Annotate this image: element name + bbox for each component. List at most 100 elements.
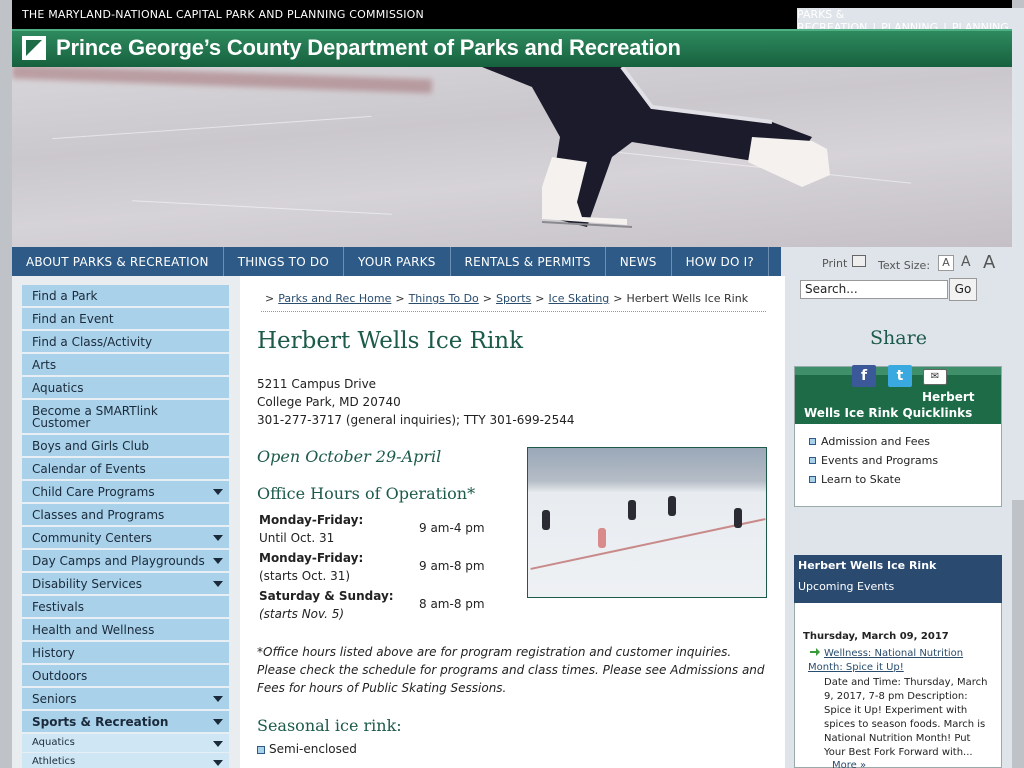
sidebar-item-history[interactable]: History [22, 642, 229, 665]
sidebar-item-day-camps[interactable]: Day Camps and Playgrounds [22, 550, 229, 573]
event-description: Date and Time: Thursday, March 9, 2017, … [824, 677, 988, 758]
skater-figure [734, 508, 742, 528]
breadcrumb-separator: > [265, 292, 275, 305]
sidebar-item-label: Seniors [32, 692, 77, 706]
breadcrumb-separator: > [535, 292, 545, 305]
event-link[interactable]: Wellness: National Nutrition Month: Spic… [808, 647, 993, 675]
breadcrumb-link-things-to-do[interactable]: Things To Do [409, 292, 479, 305]
site-banner[interactable]: Prince George’s County Department of Par… [12, 29, 1012, 67]
search-input[interactable]: Search... [800, 280, 948, 299]
events-subtitle: Upcoming Events [798, 580, 895, 593]
quicklinks-title-line2: Wells Ice Rink Quicklinks [804, 406, 973, 420]
address-block: 5211 Campus Drive College Park, MD 20740… [257, 375, 574, 429]
sidebar-item-child-care[interactable]: Child Care Programs [22, 481, 229, 504]
hero-image [12, 67, 1012, 247]
print-link[interactable]: Print [822, 257, 847, 270]
main-content: > Parks and Rec Home > Things To Do > Sports >… [240, 276, 785, 768]
quicklinks-title: Herbert Wells Ice Rink Quicklinks [804, 389, 994, 421]
right-column: Search... Go Share f t ✉ Herbert Wells Ic… [785, 276, 1012, 768]
twitter-icon[interactable]: t [888, 365, 912, 387]
quicklink-events[interactable]: Events and Programs [809, 454, 938, 473]
logo-icon[interactable] [22, 36, 46, 60]
text-size-medium-button[interactable]: A [961, 254, 971, 270]
sidebar-item-community-centers[interactable]: Community Centers [22, 527, 229, 550]
quicklink-learn-to-skate[interactable]: Learn to Skate [809, 473, 938, 492]
event-more-link[interactable]: More » [832, 760, 866, 768]
hours-row: Saturday & Sunday: (starts Nov. 5) 8 am-… [259, 587, 519, 625]
hours-note: (starts Nov. 5) [259, 607, 345, 621]
sidebar-item-sports[interactable]: Sports & Recreation [22, 711, 229, 734]
email-icon[interactable]: ✉ [923, 369, 947, 385]
events-header: Herbert Wells Ice Rink Upcoming Events [794, 555, 1002, 603]
text-size-small-button[interactable]: A [938, 255, 954, 271]
sidebar-item-boys-girls-club[interactable]: Boys and Girls Club [22, 435, 229, 458]
facebook-icon[interactable]: f [852, 365, 876, 387]
sidebar-item-label: Aquatics [32, 737, 75, 748]
hours-day: Saturday & Sunday: [259, 589, 394, 603]
chevron-down-icon[interactable] [213, 696, 223, 702]
nav-rentals-permits[interactable]: RENTALS & PERMITS [451, 247, 606, 276]
sidebar-item-find-park[interactable]: Find a Park [22, 285, 229, 308]
site-title[interactable]: Prince George’s County Department of Par… [56, 35, 681, 61]
breadcrumb: > Parks and Rec Home > Things To Do > Sports >… [261, 292, 766, 312]
season-dates: Open October 29-April [257, 447, 442, 466]
chevron-down-icon[interactable] [213, 489, 223, 495]
skater-figure [628, 500, 636, 520]
quicklinks-list: Admission and Fees Events and Programs L… [809, 435, 938, 492]
text-size-large-button[interactable]: A [983, 252, 995, 273]
nav-your-parks[interactable]: YOUR PARKS [344, 247, 451, 276]
text-size-label: Text Size: [878, 259, 931, 272]
sidebar-item-calendar[interactable]: Calendar of Events [22, 458, 229, 481]
skater-legs-graphic [482, 67, 830, 228]
hours-time: 9 am-8 pm [419, 559, 485, 573]
quicklink-admission[interactable]: Admission and Fees [809, 435, 938, 454]
sidebar-item-arts[interactable]: Arts [22, 354, 229, 377]
chevron-down-icon[interactable] [213, 535, 223, 541]
seasonal-heading: Seasonal ice rink: [257, 716, 402, 735]
chevron-down-icon[interactable] [213, 558, 223, 564]
sidebar-item-label: Sports & Recreation [32, 715, 169, 729]
sidebar-subitem-aquatics[interactable]: Aquatics [22, 734, 229, 753]
top-bar: THE MARYLAND-NATIONAL CAPITAL PARK AND P… [12, 0, 1024, 500]
rink-line [530, 518, 766, 570]
chevron-down-icon[interactable] [213, 581, 223, 587]
nav-news[interactable]: NEWS [606, 247, 672, 276]
sidebar-item-smartlink[interactable]: Become a SMARTlink Customer [22, 400, 229, 435]
nav-things-to-do[interactable]: THINGS TO DO [224, 247, 344, 276]
page-tools: Print Text Size: A A A [781, 247, 1012, 276]
nav-about[interactable]: ABOUT PARKS & RECREATION [12, 247, 224, 276]
hours-row: Monday-Friday: (starts Oct. 31) 9 am-8 p… [259, 549, 519, 587]
sidebar-item-label: Day Camps and Playgrounds [32, 554, 205, 568]
breadcrumb-link-sports[interactable]: Sports [496, 292, 531, 305]
breadcrumb-separator: > [395, 292, 405, 305]
nav-how-do-i[interactable]: HOW DO I? [672, 247, 769, 276]
sidebar-item-health[interactable]: Health and Wellness [22, 619, 229, 642]
printer-icon[interactable] [852, 255, 866, 267]
sidebar-item-outdoors[interactable]: Outdoors [22, 665, 229, 688]
quicklinks-box: f t ✉ Herbert Wells Ice Rink Quicklinks A… [794, 365, 1002, 507]
address-city: College Park, MD 20740 [257, 395, 401, 409]
sidebar-item-classes[interactable]: Classes and Programs [22, 504, 229, 527]
search-go-button[interactable]: Go [949, 278, 977, 301]
event-date: Thursday, March 09, 2017 [803, 631, 949, 642]
chevron-down-icon[interactable] [213, 760, 223, 766]
sidebar-item-aquatics[interactable]: Aquatics [22, 377, 229, 400]
sidebar-item-festivals[interactable]: Festivals [22, 596, 229, 619]
sidebar-item-find-class[interactable]: Find a Class/Activity [22, 331, 229, 354]
sidebar-item-find-event[interactable]: Find an Event [22, 308, 229, 331]
quicklinks-title-line1: Herbert [922, 390, 975, 404]
sidebar-item-label: Community Centers [32, 531, 152, 545]
hours-note: (starts Oct. 31) [259, 569, 351, 583]
breadcrumb-link-ice-skating[interactable]: Ice Skating [549, 292, 610, 305]
breadcrumb-link-home[interactable]: Parks and Rec Home [278, 292, 391, 305]
breadcrumb-separator: > [613, 292, 623, 305]
sidebar-item-disability[interactable]: Disability Services [22, 573, 229, 596]
nav-items: ABOUT PARKS & RECREATION THINGS TO DO YO… [12, 247, 769, 276]
office-hours-heading: Office Hours of Operation* [257, 484, 476, 503]
chevron-down-icon[interactable] [213, 719, 223, 725]
sidebar-subitem-athletics[interactable]: Athletics [22, 753, 229, 768]
sidebar-item-seniors[interactable]: Seniors [22, 688, 229, 711]
chevron-down-icon[interactable] [213, 741, 223, 747]
hours-day: Monday-Friday: [259, 551, 364, 565]
skater-figure [668, 496, 676, 516]
